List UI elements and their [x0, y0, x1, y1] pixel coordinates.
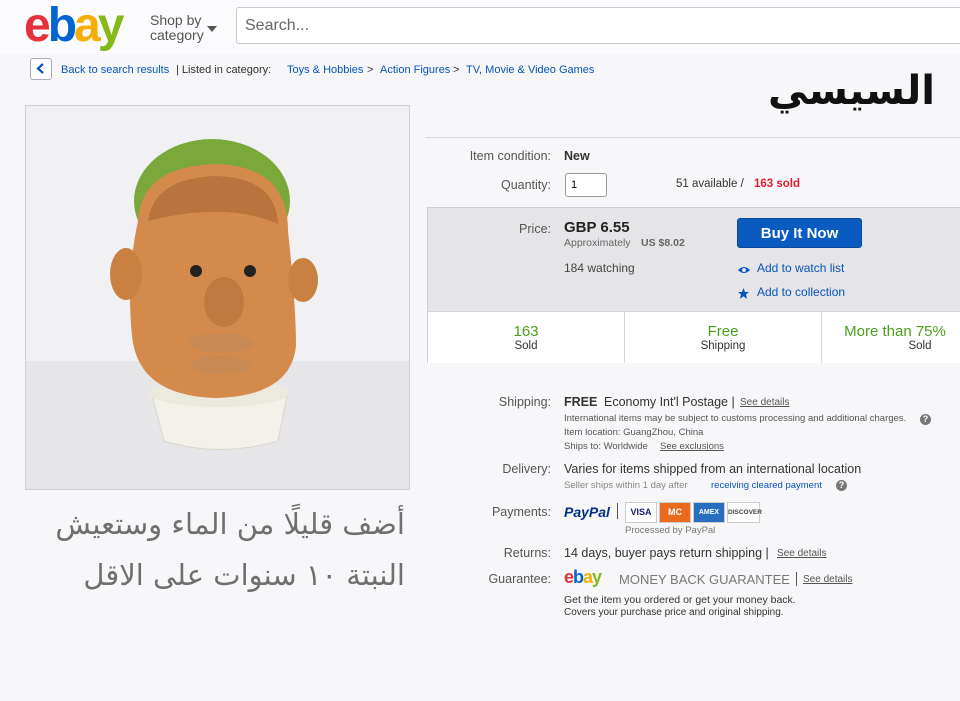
logo-letter-y: y [592, 567, 602, 587]
breadcrumb-toys-hobbies[interactable]: Toys & Hobbies [287, 64, 363, 76]
ebay-logo[interactable]: ebay [24, 0, 125, 52]
help-icon[interactable]: ? [836, 480, 847, 491]
delivery-value: Varies for items shipped from an interna… [564, 462, 862, 476]
stat-sold-number: 163 [513, 323, 539, 340]
money-back-guarantee: MONEY BACK GUARANTEE [619, 572, 790, 587]
approx-value: US $8.02 [641, 237, 685, 249]
breadcrumb-action-figures[interactable]: Action Figures [380, 64, 450, 76]
ebay-small-logo: ebay [564, 567, 602, 588]
chevron-down-icon[interactable] [207, 26, 217, 32]
add-to-watch-list-link[interactable]: Add to watch list [757, 261, 844, 275]
see-details-shipping-link[interactable]: See details [740, 397, 789, 408]
see-details-returns-link[interactable]: See details [777, 548, 826, 559]
returns-value: 14 days, buyer pays return shipping | [564, 546, 769, 560]
logo-letter-a: a [74, 0, 101, 52]
logo-letter-b: b [47, 0, 77, 52]
shipping-label: Shipping: [498, 395, 551, 409]
logo-letter-y: y [97, 0, 125, 52]
search-input[interactable] [236, 7, 960, 44]
stat-percent-label: Sold [908, 340, 932, 352]
divider [425, 137, 960, 138]
customs-note: International items may be subject to cu… [564, 413, 907, 424]
eye-icon [738, 262, 750, 280]
quantity-input[interactable] [565, 173, 607, 197]
divider [796, 572, 797, 586]
caption-line-1: أضف قليلًا من الماء وستعيش [55, 507, 405, 541]
logo-letter-a: a [583, 567, 593, 587]
available-count: 51 available / [676, 178, 744, 190]
item-location: Item location: GuangZhou, China [564, 427, 704, 438]
mastercard-icon: MC [659, 502, 691, 523]
guarantee-label: Guarantee: [488, 572, 551, 586]
approx-label: Approximately [564, 237, 631, 249]
discover-icon: DISCOVER [727, 502, 762, 523]
stats-bar: 163 Sold Free Shipping More than 75% Sol… [428, 311, 960, 363]
breadcrumb-tv-movie-games[interactable]: TV, Movie & Video Games [466, 64, 594, 76]
logo-letter-e: e [24, 0, 51, 52]
guarantee-line-1: Get the item you ordered or get your mon… [564, 594, 796, 606]
potato-head-illustration [26, 106, 409, 489]
stat-free-number: Free [707, 323, 739, 340]
divider [617, 503, 618, 519]
delivery-label: Delivery: [502, 462, 551, 476]
paypal-logo: PayPal [564, 504, 610, 520]
breadcrumb-separator: > [453, 64, 460, 76]
price-value: GBP 6.55 [564, 219, 630, 236]
listed-in-label: | Listed in category: [176, 64, 272, 76]
buy-it-now-button[interactable]: Buy It Now [737, 218, 862, 248]
star-icon [738, 286, 749, 304]
logo-letter-e: e [564, 567, 574, 587]
price-label: Price: [519, 222, 551, 236]
stat-sold-label: Sold [514, 340, 538, 352]
product-image[interactable] [25, 105, 410, 490]
shipping-method: Economy Int'l Postage | [604, 395, 735, 409]
receiving-payment-link[interactable]: receiving cleared payment [711, 480, 822, 491]
visa-icon: VISA [625, 502, 657, 523]
shop-by-label: Shop by [150, 12, 202, 28]
back-arrow-button[interactable] [30, 58, 52, 80]
see-exclusions-link[interactable]: See exclusions [660, 441, 724, 452]
payments-label: Payments: [491, 505, 551, 519]
add-to-collection-link[interactable]: Add to collection [757, 285, 845, 299]
help-icon[interactable]: ? [920, 414, 931, 425]
breadcrumb-separator: > [367, 64, 374, 76]
category-label: category [150, 27, 204, 43]
returns-label: Returns: [503, 546, 551, 560]
seller-ships: Seller ships within 1 day after [564, 480, 688, 491]
stat-percent-number: More than 75% [844, 323, 946, 340]
logo-letter-b: b [573, 567, 584, 587]
chevron-left-icon [36, 63, 44, 74]
caption-line-2: النبتة ١٠ سنوات على الاقل [83, 558, 405, 592]
condition-label: Item condition: [469, 149, 551, 163]
ships-to: Ships to: Worldwide [564, 441, 648, 452]
see-details-guarantee-link[interactable]: See details [803, 574, 852, 585]
shop-by-category-button[interactable]: Shop by category [150, 13, 204, 43]
condition-value: New [564, 149, 590, 163]
quantity-label: Quantity: [500, 178, 551, 192]
overlay-title: السيسي [768, 68, 935, 114]
amex-icon: AMEX [693, 502, 725, 523]
guarantee-line-2: Covers your purchase price and original … [564, 607, 784, 618]
watching-count: 184 watching [564, 261, 635, 275]
sold-count[interactable]: 163 sold [754, 178, 800, 190]
shipping-free: FREE [564, 395, 598, 409]
back-to-search-link[interactable]: Back to search results [61, 64, 169, 76]
processed-by-paypal: Processed by PayPal [625, 525, 716, 536]
stat-shipping-label: Shipping [700, 340, 746, 352]
